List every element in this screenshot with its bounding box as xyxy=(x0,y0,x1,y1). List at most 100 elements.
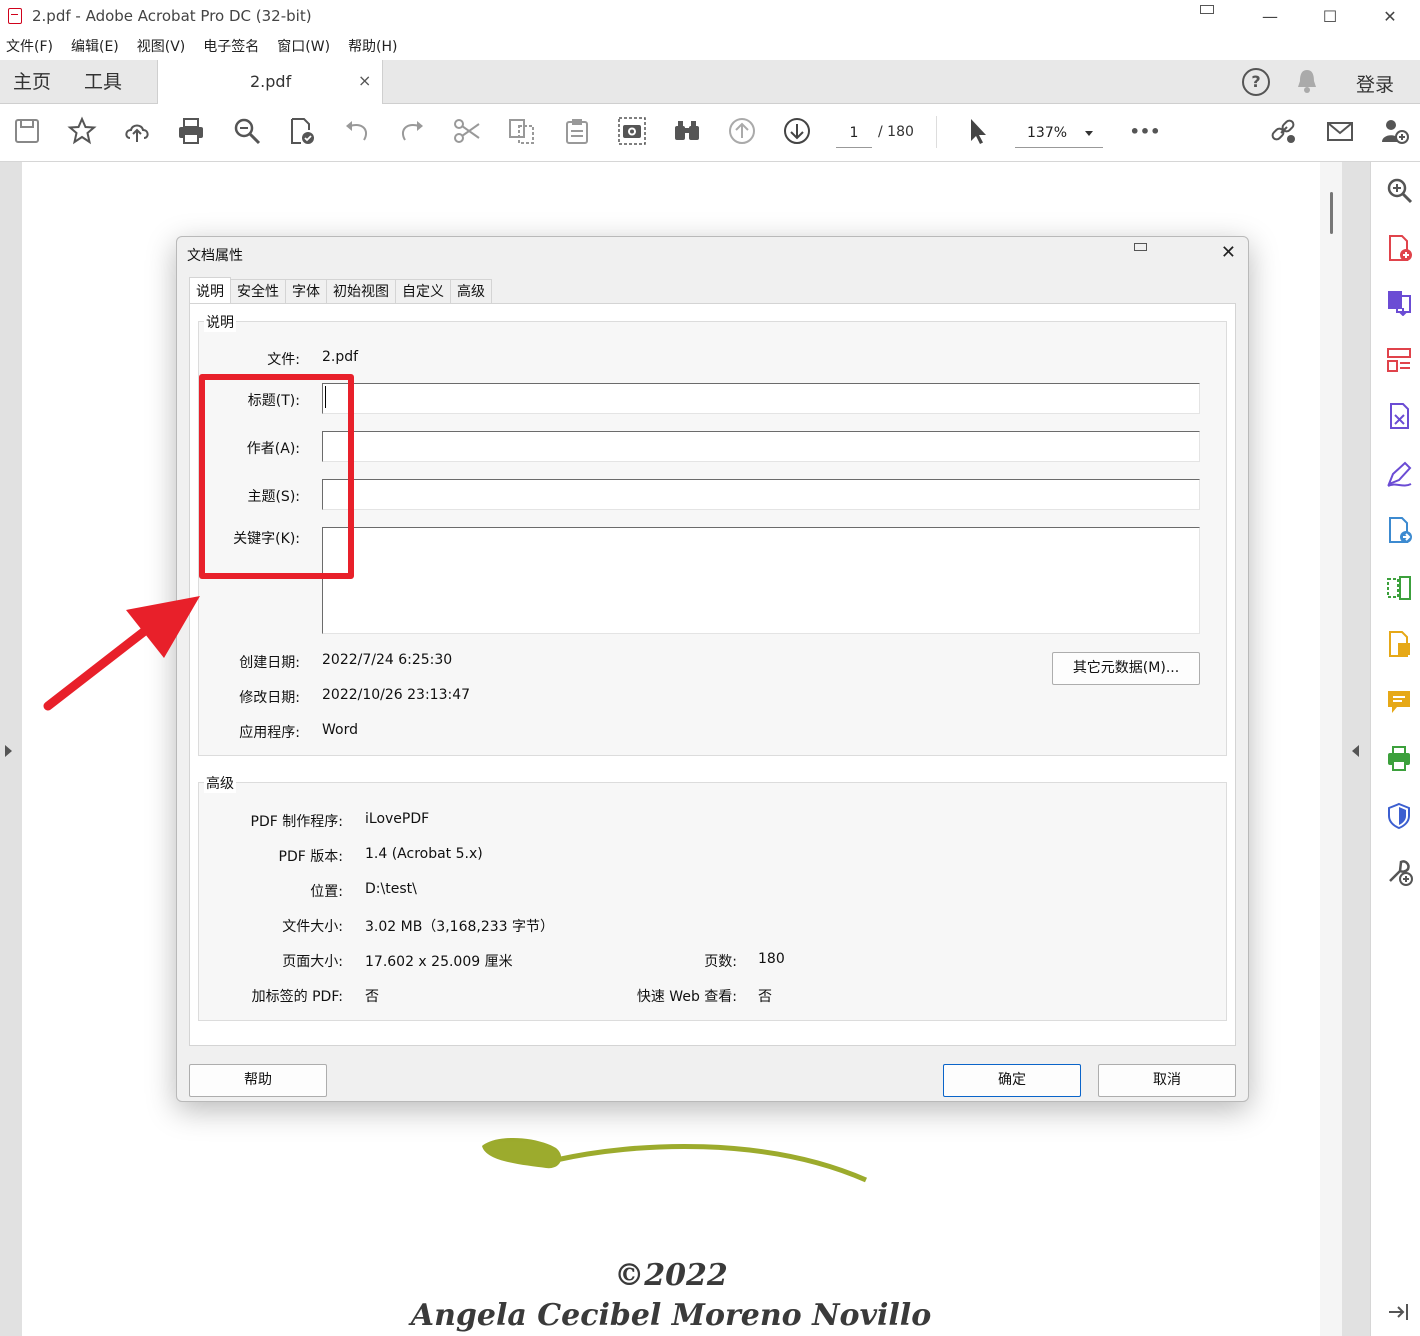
advanced-group-title: 高级 xyxy=(204,773,236,793)
tagged-pdf-label: 加标签的 PDF: xyxy=(251,989,343,1005)
left-panel-toggle-icon[interactable] xyxy=(5,745,12,757)
menu-help[interactable]: 帮助(H) xyxy=(348,36,397,56)
created-label: 创建日期: xyxy=(239,655,300,671)
tab-home[interactable]: 主页 xyxy=(13,60,51,104)
created-value: 2022/7/24 6:25:30 xyxy=(322,652,453,668)
menu-file[interactable]: 文件(F) xyxy=(6,36,53,56)
previous-page-icon[interactable] xyxy=(727,116,757,146)
paste-icon[interactable] xyxy=(562,116,592,146)
tab-bar: 主页 工具 2.pdf × xyxy=(0,60,1420,104)
close-document-tab-icon[interactable]: × xyxy=(358,71,371,90)
tab-custom[interactable]: 自定义 xyxy=(395,279,451,304)
more-metadata-button[interactable]: 其它元数据(M)... xyxy=(1052,652,1200,685)
print-production-icon[interactable] xyxy=(1385,744,1413,772)
zoom-search-icon[interactable] xyxy=(232,116,262,146)
tab-fonts[interactable]: 字体 xyxy=(285,279,327,304)
tab-security[interactable]: 安全性 xyxy=(230,279,286,304)
undo-icon[interactable] xyxy=(342,116,372,146)
title-input[interactable] xyxy=(322,383,1200,414)
notification-bell-icon[interactable] xyxy=(1296,68,1318,94)
menu-esign[interactable]: 电子签名 xyxy=(203,36,259,56)
export-pdf-icon[interactable] xyxy=(1385,288,1413,316)
file-size-label: 文件大小: xyxy=(282,919,343,935)
page-count-value: 180 xyxy=(758,951,785,967)
tab-advanced[interactable]: 高级 xyxy=(450,279,492,304)
pdf-version-label: PDF 版本: xyxy=(278,849,343,865)
dialog-close-button[interactable]: ✕ xyxy=(1221,242,1236,263)
fill-sign-icon[interactable] xyxy=(1385,460,1413,488)
tab-tools[interactable]: 工具 xyxy=(84,60,122,104)
scissors-icon[interactable] xyxy=(452,116,482,146)
tab-initial-view[interactable]: 初始视图 xyxy=(326,279,396,304)
dialog-compact-icon[interactable] xyxy=(1134,243,1147,251)
more-tools-icon[interactable]: ••• xyxy=(1128,116,1162,146)
binoculars-icon[interactable] xyxy=(672,116,702,146)
cancel-button[interactable]: 取消 xyxy=(1098,1064,1236,1097)
organize-pages-icon[interactable] xyxy=(1385,346,1413,374)
combine-files-icon[interactable] xyxy=(1385,630,1413,658)
tagged-pdf-value: 否 xyxy=(365,989,379,1005)
modified-label: 修改日期: xyxy=(239,690,300,706)
email-icon[interactable] xyxy=(1325,116,1355,146)
keywords-textarea[interactable] xyxy=(322,527,1200,634)
page-total: / 180 xyxy=(878,124,914,140)
ok-button[interactable]: 确定 xyxy=(943,1064,1081,1097)
scrollbar-thumb[interactable] xyxy=(1330,192,1333,234)
spellcheck-icon[interactable] xyxy=(287,116,317,146)
application-value: Word xyxy=(322,722,358,738)
tab-description[interactable]: 说明 xyxy=(189,277,231,304)
bookmark-star-icon[interactable] xyxy=(67,116,97,146)
more-tools-wrench-icon[interactable] xyxy=(1385,858,1413,886)
maximize-button[interactable]: ☐ xyxy=(1300,0,1360,32)
close-window-button[interactable]: ✕ xyxy=(1360,0,1420,32)
collapse-panel-icon[interactable] xyxy=(1385,1298,1413,1326)
location-label: 位置: xyxy=(310,884,343,900)
file-value: 2.pdf xyxy=(322,349,359,365)
right-panel-toggle-icon[interactable] xyxy=(1352,745,1359,757)
create-pdf-icon[interactable] xyxy=(1385,234,1413,262)
fast-web-view-value: 否 xyxy=(758,989,772,1005)
compact-mode-icon[interactable] xyxy=(1200,5,1214,14)
title-bar: 2.pdf - Adobe Acrobat Pro DC (32-bit) — … xyxy=(0,0,1420,32)
help-icon[interactable]: ? xyxy=(1242,68,1270,96)
toolbar xyxy=(0,104,1420,162)
print-icon[interactable] xyxy=(176,116,206,146)
select-cursor-icon[interactable] xyxy=(963,116,993,146)
compare-files-icon[interactable] xyxy=(1385,574,1413,602)
help-button[interactable]: 帮助 xyxy=(189,1064,327,1097)
send-for-signature-icon[interactable] xyxy=(1385,516,1413,544)
author-input[interactable] xyxy=(322,431,1200,462)
page-number-input[interactable]: 1 xyxy=(836,118,872,148)
subject-input[interactable] xyxy=(322,479,1200,510)
fast-web-view-label: 快速 Web 查看: xyxy=(636,989,737,1005)
cloud-upload-icon[interactable] xyxy=(122,116,152,146)
comment-icon[interactable] xyxy=(1385,688,1413,716)
copy-icon[interactable] xyxy=(507,116,537,146)
page-count-label: 页数: xyxy=(704,954,737,970)
vertical-scrollbar[interactable] xyxy=(1320,162,1342,1336)
protect-shield-icon[interactable] xyxy=(1385,802,1413,830)
menu-view[interactable]: 视图(V) xyxy=(137,36,186,56)
add-user-icon[interactable] xyxy=(1380,116,1410,146)
description-group-title: 说明 xyxy=(204,312,236,332)
zoom-tool-icon[interactable] xyxy=(1385,176,1413,204)
save-icon[interactable] xyxy=(12,116,42,146)
decorative-swash xyxy=(482,1137,868,1183)
snapshot-camera-icon[interactable] xyxy=(617,116,647,146)
next-page-icon[interactable] xyxy=(782,116,812,146)
redo-icon[interactable] xyxy=(397,116,427,146)
edit-pdf-icon[interactable] xyxy=(1385,402,1413,430)
login-button[interactable]: 登录 xyxy=(1356,70,1394,97)
dialog-title: 文档属性 xyxy=(187,248,243,264)
file-size-value: 3.02 MB（3,168,233 字节） xyxy=(365,919,555,935)
menu-edit[interactable]: 编辑(E) xyxy=(71,36,119,56)
dialog-tabs: 说明 安全性 字体 初始视图 自定义 高级 xyxy=(189,277,492,304)
share-link-icon[interactable] xyxy=(1269,116,1299,146)
minimize-button[interactable]: — xyxy=(1240,0,1300,32)
zoom-dropdown[interactable]: 137% xyxy=(1015,118,1103,148)
tab-document[interactable]: 2.pdf × xyxy=(157,60,383,104)
annotation-arrow xyxy=(43,596,200,711)
window-title: 2.pdf - Adobe Acrobat Pro DC (32-bit) xyxy=(32,7,312,25)
menu-window[interactable]: 窗口(W) xyxy=(277,36,330,56)
menu-bar: 文件(F) 编辑(E) 视图(V) 电子签名 窗口(W) 帮助(H) xyxy=(0,32,1420,60)
